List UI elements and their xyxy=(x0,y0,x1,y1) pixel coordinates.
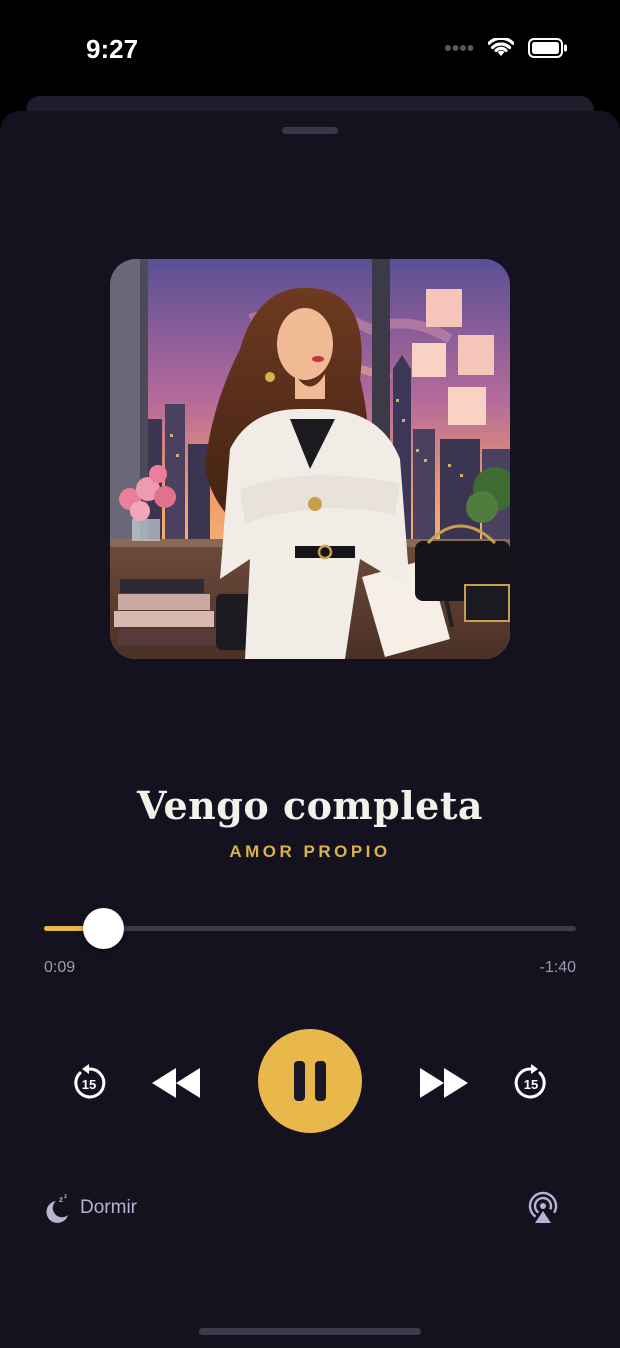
svg-text:z: z xyxy=(59,1195,63,1204)
sleep-timer-label: Dormir xyxy=(80,1197,137,1218)
skip-forward-15-button[interactable]: 15 xyxy=(512,1064,550,1102)
album-artwork xyxy=(110,259,510,659)
pause-icon xyxy=(294,1061,326,1101)
wifi-icon xyxy=(488,38,514,56)
skip-forward-icon: 15 xyxy=(514,1064,546,1099)
player-sheet: Vengo completa AMOR PROPIO 0:09 -1:40 15 xyxy=(0,111,620,1348)
airplay-button[interactable] xyxy=(526,1191,560,1225)
skip-back-seconds: 15 xyxy=(82,1077,96,1092)
sleep-timer-button[interactable]: z z Dormir xyxy=(44,1193,137,1223)
status-time: 9:27 xyxy=(86,34,139,64)
fast-forward-button[interactable] xyxy=(418,1066,470,1100)
progress-thumb[interactable] xyxy=(82,908,124,949)
home-indicator[interactable] xyxy=(199,1328,421,1335)
status-bar: 9:27 xyxy=(0,0,620,96)
sleep-moon-icon: z z xyxy=(46,1194,68,1223)
track-category: AMOR PROPIO xyxy=(229,842,391,861)
rewind-icon xyxy=(152,1068,200,1098)
fast-forward-icon xyxy=(420,1068,468,1098)
skip-forward-seconds: 15 xyxy=(524,1077,538,1092)
battery-icon xyxy=(528,38,567,58)
pause-button[interactable] xyxy=(258,1029,362,1133)
svg-text:z: z xyxy=(64,1194,67,1200)
track-title: Vengo completa xyxy=(137,783,483,828)
skip-back-15-button[interactable]: 15 xyxy=(70,1064,108,1102)
sheet-grabber[interactable] xyxy=(282,127,338,134)
signal-icon xyxy=(445,45,474,51)
progress-slider[interactable] xyxy=(44,908,576,949)
skip-back-icon: 15 xyxy=(74,1064,106,1099)
airplay-icon xyxy=(528,1191,558,1223)
time-elapsed: 0:09 xyxy=(44,959,76,976)
time-remaining: -1:40 xyxy=(539,959,576,976)
rewind-button[interactable] xyxy=(150,1066,202,1100)
status-icons xyxy=(444,38,568,58)
